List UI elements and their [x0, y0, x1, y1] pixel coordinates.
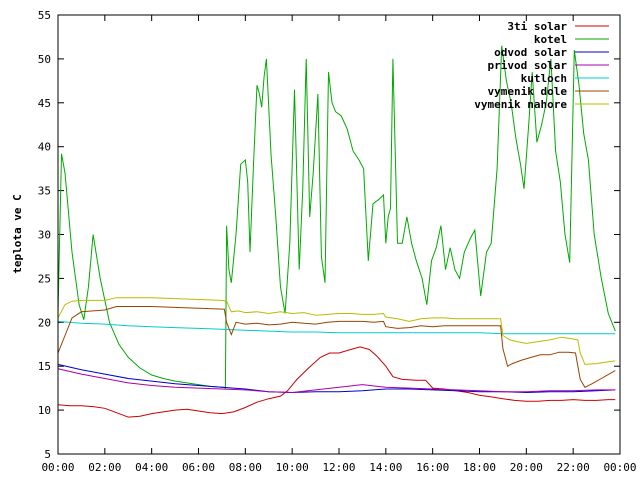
y-tick-label: 10: [38, 404, 51, 417]
y-tick-label: 55: [38, 9, 51, 22]
x-tick-label: 18:00: [463, 461, 496, 474]
x-tick-label: 06:00: [182, 461, 215, 474]
y-tick-label: 25: [38, 272, 51, 285]
legend-label: odvod solar: [494, 46, 567, 59]
y-tick-label: 20: [38, 316, 51, 329]
y-tick-label: 35: [38, 185, 51, 198]
x-tick-label: 10:00: [276, 461, 309, 474]
legend-label: 3ti solar: [507, 20, 567, 33]
legend-label: kutloch: [521, 72, 567, 85]
series-line-kutloch: [57, 320, 616, 335]
line-chart: 5 10 15 20 25 30 35 40 45 50 55 00:00 02:00 04:00 06:…: [11, 9, 637, 474]
legend-label: privod solar: [488, 59, 568, 72]
x-tick-label: 00:00: [41, 461, 74, 474]
series-line-privod-solar: [57, 368, 616, 394]
legend-label: vymenik nahore: [474, 98, 567, 111]
y-tick-label: 50: [38, 53, 51, 66]
y-tick-label: 40: [38, 141, 51, 154]
x-tick-label: 16:00: [416, 461, 449, 474]
x-tick-label: 22:00: [557, 461, 590, 474]
series-line-vymenik-dole: [57, 306, 616, 388]
y-tick-label: 5: [44, 448, 51, 461]
x-tick-label: 14:00: [369, 461, 402, 474]
x-tick-label: 02:00: [88, 461, 121, 474]
y-axis-label: teplota ve C: [11, 194, 24, 273]
legend-label: vymenik dole: [488, 85, 568, 98]
y-tick-label: 30: [38, 229, 51, 242]
x-tick-label: 04:00: [135, 461, 168, 474]
x-tick-label: 12:00: [322, 461, 355, 474]
x-tick-label: 08:00: [229, 461, 262, 474]
x-tick-label: 00:00: [603, 461, 636, 474]
y-tick-label: 15: [38, 360, 51, 373]
y-tick-label: 45: [38, 97, 51, 110]
x-tick-label: 20:00: [510, 461, 543, 474]
legend: 3ti solarkotelodvod solarprivod solarkut…: [474, 20, 609, 111]
series-line-vymenik-nahore: [57, 297, 616, 365]
legend-label: kotel: [534, 33, 567, 46]
